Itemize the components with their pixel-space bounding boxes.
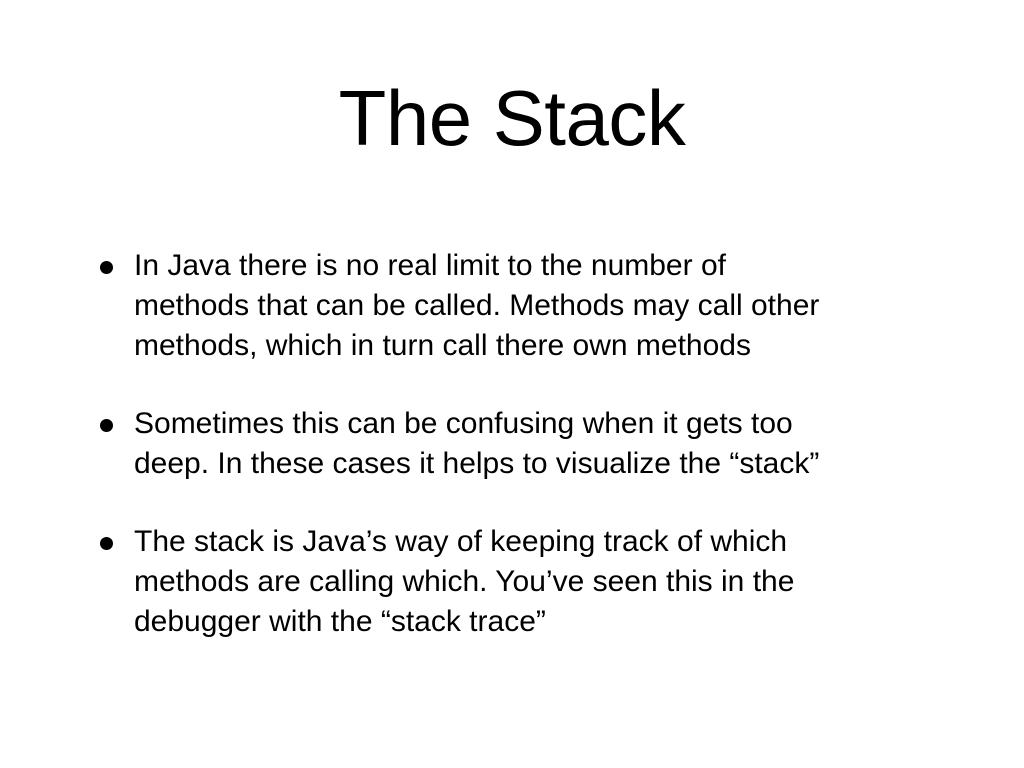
bullet-text-line: methods, which in turn call there own me… [134,329,751,362]
bullet-text-line: Sometimes this can be confusing when it … [134,407,793,440]
bullet-dot-icon [100,261,113,274]
bullet-text-line: debugger with the “stack trace” [134,605,546,638]
bullet-item: The stack is Java’s way of keeping track… [100,522,940,642]
bullet-text-line: methods are calling which. You’ve seen t… [134,565,795,598]
bullet-dot-icon [100,419,113,432]
bullet-item: Sometimes this can be confusing when it … [100,404,940,484]
bullet-text-line: In Java there is no real limit to the nu… [134,249,726,282]
bullet-text-line: methods that can be called. Methods may … [134,289,820,322]
bullet-list: In Java there is no real limit to the nu… [100,246,940,680]
slide-title: The Stack [338,74,686,162]
bullet-item: In Java there is no real limit to the nu… [100,246,940,366]
slide: The Stack In Java there is no real limit… [0,0,1024,768]
bullet-text-line: The stack is Java’s way of keeping track… [134,525,788,558]
bullet-dot-icon [100,537,113,550]
bullet-text-line: deep. In these cases it helps to visuali… [134,447,820,480]
